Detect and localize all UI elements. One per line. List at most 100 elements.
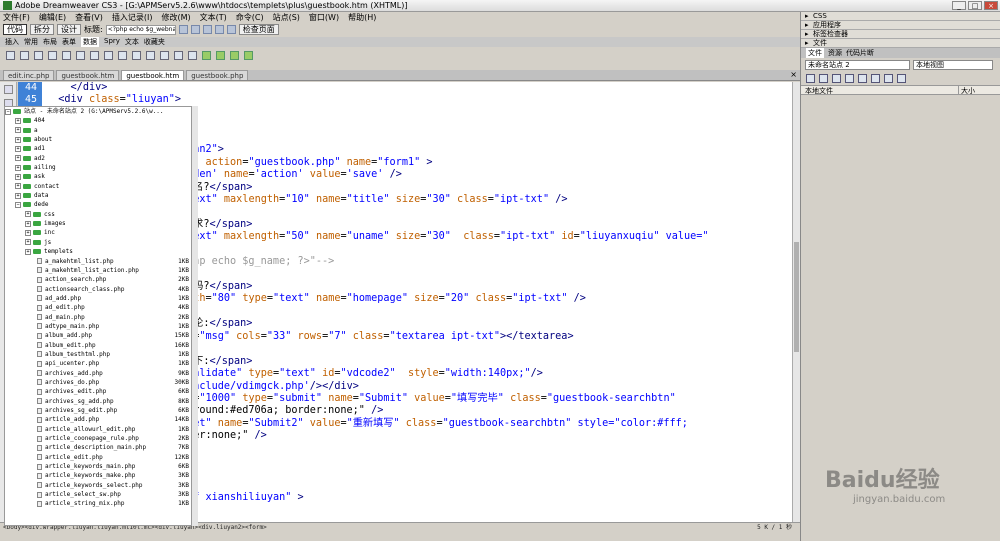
- refresh-icon[interactable]: [202, 25, 212, 34]
- folder-item[interactable]: + inc: [5, 228, 191, 237]
- file-management-icon[interactable]: [178, 25, 188, 34]
- spry-validation-text-icon[interactable]: [202, 50, 211, 60]
- document-tab[interactable]: guestbook.htm: [56, 70, 120, 80]
- file-item[interactable]: a_makehtml_list.php 1KB: [5, 257, 191, 266]
- radio-icon[interactable]: [76, 50, 85, 60]
- panel-header-application[interactable]: 应用程序: [801, 21, 1000, 30]
- file-item[interactable]: archives_edit.php 6KB: [5, 387, 191, 396]
- spry-validation-textarea-icon[interactable]: [244, 50, 253, 60]
- file-item[interactable]: actionsearch_class.php 4KB: [5, 285, 191, 294]
- insert-tab[interactable]: 收藏夹: [144, 37, 165, 47]
- column-local-files[interactable]: 本地文件: [801, 86, 959, 95]
- menu-item[interactable]: 查看(V): [75, 12, 103, 23]
- document-tab[interactable]: guestbook.htm: [121, 70, 185, 80]
- file-item[interactable]: album_add.php 15KB: [5, 331, 191, 340]
- folder-item[interactable]: + data: [5, 191, 191, 200]
- site-select[interactable]: 未命名站点 2: [805, 60, 910, 70]
- design-view-button[interactable]: 设计: [57, 24, 81, 35]
- tab-assets[interactable]: 资源: [828, 48, 842, 58]
- refresh-files-icon[interactable]: [819, 74, 828, 83]
- file-item[interactable]: article_keywords_main.php 6KB: [5, 462, 191, 471]
- menu-item[interactable]: 文件(F): [3, 12, 30, 23]
- file-item[interactable]: article_edit.php 12KB: [5, 453, 191, 462]
- file-item[interactable]: archives_sg_edit.php 6KB: [5, 406, 191, 415]
- tab-files[interactable]: 文件: [806, 48, 824, 58]
- insert-tab[interactable]: 常用: [24, 37, 38, 47]
- file-item[interactable]: article_keywords_make.php 3KB: [5, 471, 191, 480]
- file-item[interactable]: article_add.php 14KB: [5, 415, 191, 424]
- jump-menu-icon[interactable]: [118, 50, 127, 60]
- textarea-icon[interactable]: [48, 50, 57, 60]
- fieldset-icon[interactable]: [188, 50, 197, 60]
- document-tab[interactable]: edit.inc.php: [3, 70, 55, 80]
- text-field-icon[interactable]: [20, 50, 29, 60]
- site-root-item[interactable]: − 站点 - 未命名站点 2 (G:\APMServ5.2.6\w...: [5, 107, 191, 116]
- insert-tab[interactable]: 表单: [62, 37, 76, 47]
- file-field-icon[interactable]: [146, 50, 155, 60]
- title-input[interactable]: <?php echo $g_webname;: [105, 24, 176, 35]
- file-item[interactable]: ad_edit.php 4KB: [5, 303, 191, 312]
- menu-item[interactable]: 插入记录(I): [112, 12, 153, 23]
- check-page-button[interactable]: 检查页面: [238, 24, 279, 35]
- tab-snippets[interactable]: 代码片断: [846, 48, 874, 58]
- editor-scrollbar[interactable]: [792, 82, 800, 522]
- folder-item[interactable]: + ad2: [5, 154, 191, 163]
- file-item[interactable]: archives_do.php 30KB: [5, 378, 191, 387]
- spry-validation-select-icon[interactable]: [216, 50, 225, 60]
- folder-item[interactable]: + ask: [5, 172, 191, 181]
- file-item[interactable]: article_select_sw.php 3KB: [5, 490, 191, 499]
- panel-header-tag-inspector[interactable]: 标签检查器: [801, 30, 1000, 39]
- visual-aids-icon[interactable]: [226, 25, 236, 34]
- menu-item[interactable]: 命令(C): [236, 12, 264, 23]
- insert-tab[interactable]: 文本: [125, 37, 139, 47]
- folder-item[interactable]: + a: [5, 126, 191, 135]
- file-item[interactable]: a_makehtml_list_action.php 1KB: [5, 266, 191, 275]
- panel-header-files[interactable]: 文件: [801, 39, 1000, 48]
- insert-tab[interactable]: 布局: [43, 37, 57, 47]
- file-item[interactable]: article_keywords_select.php 3KB: [5, 481, 191, 490]
- file-item[interactable]: adtype_main.php 1KB: [5, 322, 191, 331]
- file-item[interactable]: article_string_mix.php 1KB: [5, 499, 191, 508]
- label-icon[interactable]: [174, 50, 183, 60]
- minimize-button[interactable]: _: [952, 1, 966, 10]
- connect-icon[interactable]: [806, 74, 815, 83]
- get-files-icon[interactable]: [832, 74, 841, 83]
- code-line[interactable]: </div>: [42, 82, 792, 94]
- folder-item[interactable]: + css: [5, 210, 191, 219]
- insert-tab[interactable]: 插入: [5, 37, 19, 47]
- put-files-icon[interactable]: [845, 74, 854, 83]
- expand-panel-icon[interactable]: [897, 74, 906, 83]
- file-item[interactable]: album_testhtml.php 1KB: [5, 350, 191, 359]
- button-icon[interactable]: [160, 50, 169, 60]
- file-item[interactable]: article_coonepage_rule.php 2KB: [5, 434, 191, 443]
- folder-item[interactable]: + images: [5, 219, 191, 228]
- folder-item[interactable]: +404: [5, 116, 191, 125]
- view-options-icon[interactable]: [214, 25, 224, 34]
- close-document-icon[interactable]: ×: [790, 70, 797, 79]
- file-item[interactable]: archives_sg_add.php 8KB: [5, 397, 191, 406]
- maximize-button[interactable]: □: [968, 1, 982, 10]
- hidden-field-icon[interactable]: [34, 50, 43, 60]
- form-icon[interactable]: [6, 50, 15, 60]
- open-documents-icon[interactable]: [3, 85, 13, 94]
- menu-item[interactable]: 帮助(H): [348, 12, 376, 23]
- image-field-icon[interactable]: [132, 50, 141, 60]
- folder-item[interactable]: + about: [5, 135, 191, 144]
- checkbox-icon[interactable]: [62, 50, 71, 60]
- file-item[interactable]: article_allowurl_edit.php 1KB: [5, 425, 191, 434]
- file-item[interactable]: album_edit.php 16KB: [5, 341, 191, 350]
- file-item[interactable]: ad_main.php 2KB: [5, 313, 191, 322]
- file-item[interactable]: archives_add.php 9KB: [5, 369, 191, 378]
- folder-item[interactable]: + ailing: [5, 163, 191, 172]
- synchronize-icon[interactable]: [884, 74, 893, 83]
- scrollbar-thumb[interactable]: [794, 242, 799, 352]
- check-out-icon[interactable]: [858, 74, 867, 83]
- file-tree-scrollbar[interactable]: [192, 106, 198, 526]
- view-select[interactable]: 本地视图: [913, 60, 993, 70]
- preview-icon[interactable]: [190, 25, 200, 34]
- folder-item[interactable]: + contact: [5, 182, 191, 191]
- panel-header-css[interactable]: CSS: [801, 12, 1000, 21]
- insert-tab[interactable]: 数据: [81, 37, 99, 47]
- folder-item[interactable]: + ad1: [5, 144, 191, 153]
- file-item[interactable]: api_ucenter.php 1KB: [5, 359, 191, 368]
